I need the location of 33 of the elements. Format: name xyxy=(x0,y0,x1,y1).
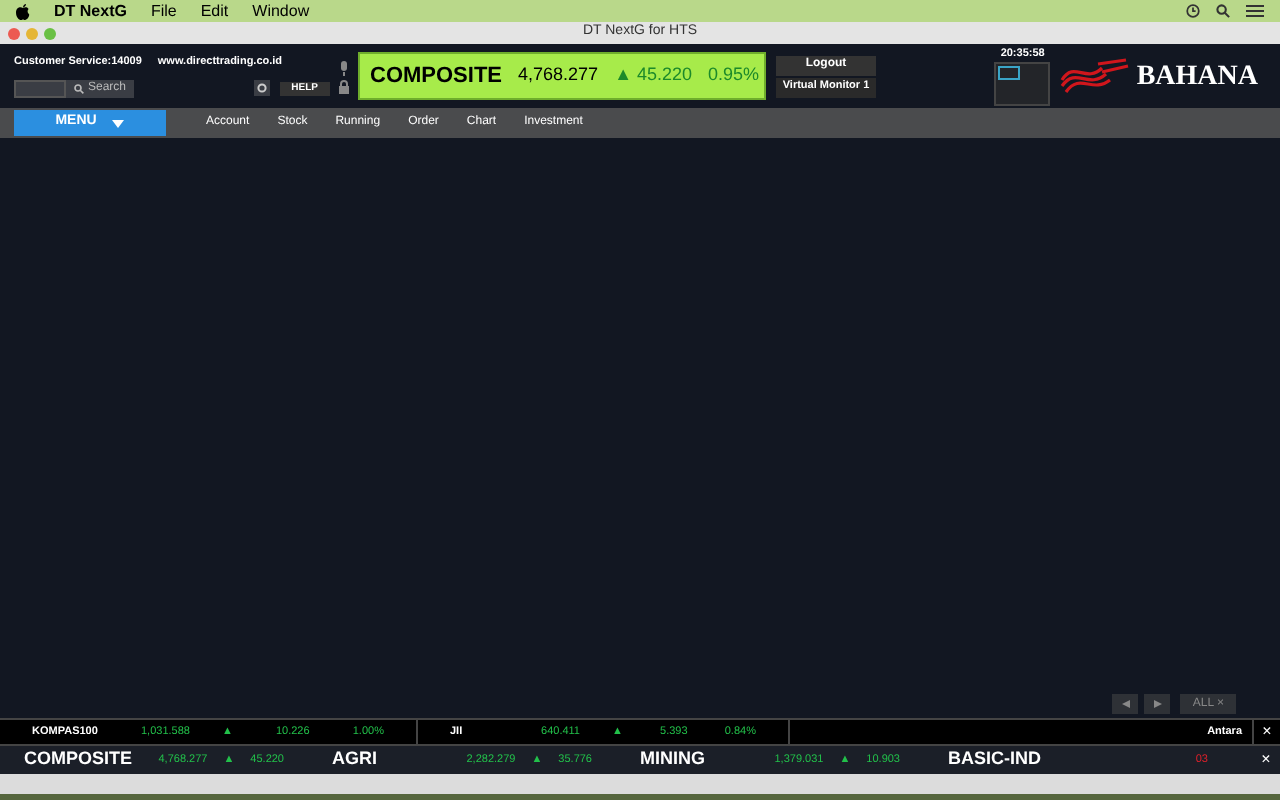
index-percent: 0.95% xyxy=(708,62,760,89)
next-button[interactable] xyxy=(1144,694,1171,714)
close-button[interactable]: × xyxy=(1252,748,1280,772)
settings-icon[interactable] xyxy=(253,80,270,97)
index-change: ▲ 45.220 xyxy=(614,62,692,89)
apple-icon[interactable] xyxy=(16,3,30,19)
sector-name: BASIC-IND xyxy=(948,746,1043,773)
menu-item[interactable]: File xyxy=(150,0,177,23)
lock-icon[interactable] xyxy=(338,79,350,93)
clock-icon[interactable] xyxy=(1186,4,1200,18)
search-icon xyxy=(74,83,84,94)
index-name: COMPOSITE xyxy=(370,61,503,92)
menu-item[interactable]: Edit xyxy=(200,0,229,23)
wave-logo-icon xyxy=(1058,56,1131,96)
close-button[interactable]: × xyxy=(1252,720,1280,744)
triangle-right-icon xyxy=(1153,700,1162,708)
previous-button[interactable] xyxy=(1112,694,1139,714)
monitor-preview[interactable] xyxy=(994,62,1051,107)
sector-name: COMPOSITE xyxy=(24,746,135,773)
search-icon[interactable] xyxy=(1216,4,1230,18)
monitor-window-icon xyxy=(998,66,1021,81)
sector-name: AGRI xyxy=(332,746,379,773)
microphone-icon[interactable] xyxy=(338,59,350,75)
close-button[interactable] xyxy=(8,27,20,39)
app-menu[interactable]: DT NextG xyxy=(54,0,127,23)
index-value: 4,768.277 xyxy=(518,62,599,89)
menu-item[interactable]: Window xyxy=(252,0,310,23)
caret-icon xyxy=(112,119,125,127)
list-icon[interactable] xyxy=(1246,4,1264,18)
triangle-left-icon xyxy=(1121,700,1130,708)
search-field[interactable] xyxy=(14,79,66,98)
brand-logo-text: BAHANA xyxy=(1136,59,1258,95)
sector-name: MINING xyxy=(640,746,707,773)
